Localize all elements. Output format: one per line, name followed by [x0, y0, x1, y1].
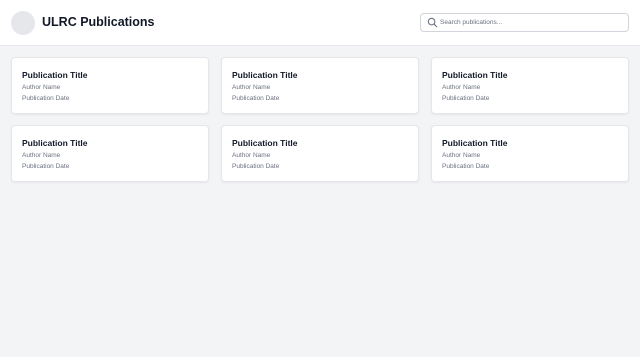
publication-title[interactable]: Publication Title: [232, 138, 298, 148]
publication-date: Publication Date: [442, 95, 490, 102]
publication-date: Publication Date: [22, 163, 70, 170]
search-icon: [427, 17, 438, 28]
publication-date: Publication Date: [232, 95, 280, 102]
publication-card[interactable]: Publication Title Author Name Publicatio…: [11, 57, 209, 114]
publication-card[interactable]: Publication Title Author Name Publicatio…: [221, 57, 419, 114]
publication-author: Author Name: [442, 84, 481, 91]
publication-title[interactable]: Publication Title: [22, 70, 88, 80]
logo-placeholder[interactable]: [11, 11, 35, 35]
publication-author: Author Name: [442, 152, 481, 159]
page-title: ULRC Publications: [42, 15, 155, 29]
publication-date: Publication Date: [22, 95, 70, 102]
publication-card[interactable]: Publication Title Author Name Publicatio…: [221, 125, 419, 182]
app-header: ULRC Publications: [0, 0, 640, 46]
publication-date: Publication Date: [232, 163, 280, 170]
publication-title[interactable]: Publication Title: [442, 138, 508, 148]
publication-title[interactable]: Publication Title: [22, 138, 88, 148]
publication-author: Author Name: [22, 84, 61, 91]
publication-title[interactable]: Publication Title: [442, 70, 508, 80]
publication-card[interactable]: Publication Title Author Name Publicatio…: [431, 57, 629, 114]
publication-date: Publication Date: [442, 163, 490, 170]
publication-card[interactable]: Publication Title Author Name Publicatio…: [11, 125, 209, 182]
search-box[interactable]: [420, 13, 629, 32]
publication-card[interactable]: Publication Title Author Name Publicatio…: [431, 125, 629, 182]
publication-author: Author Name: [22, 152, 61, 159]
publication-author: Author Name: [232, 84, 271, 91]
publication-author: Author Name: [232, 152, 271, 159]
publication-title[interactable]: Publication Title: [232, 70, 298, 80]
search-input[interactable]: [440, 14, 626, 31]
